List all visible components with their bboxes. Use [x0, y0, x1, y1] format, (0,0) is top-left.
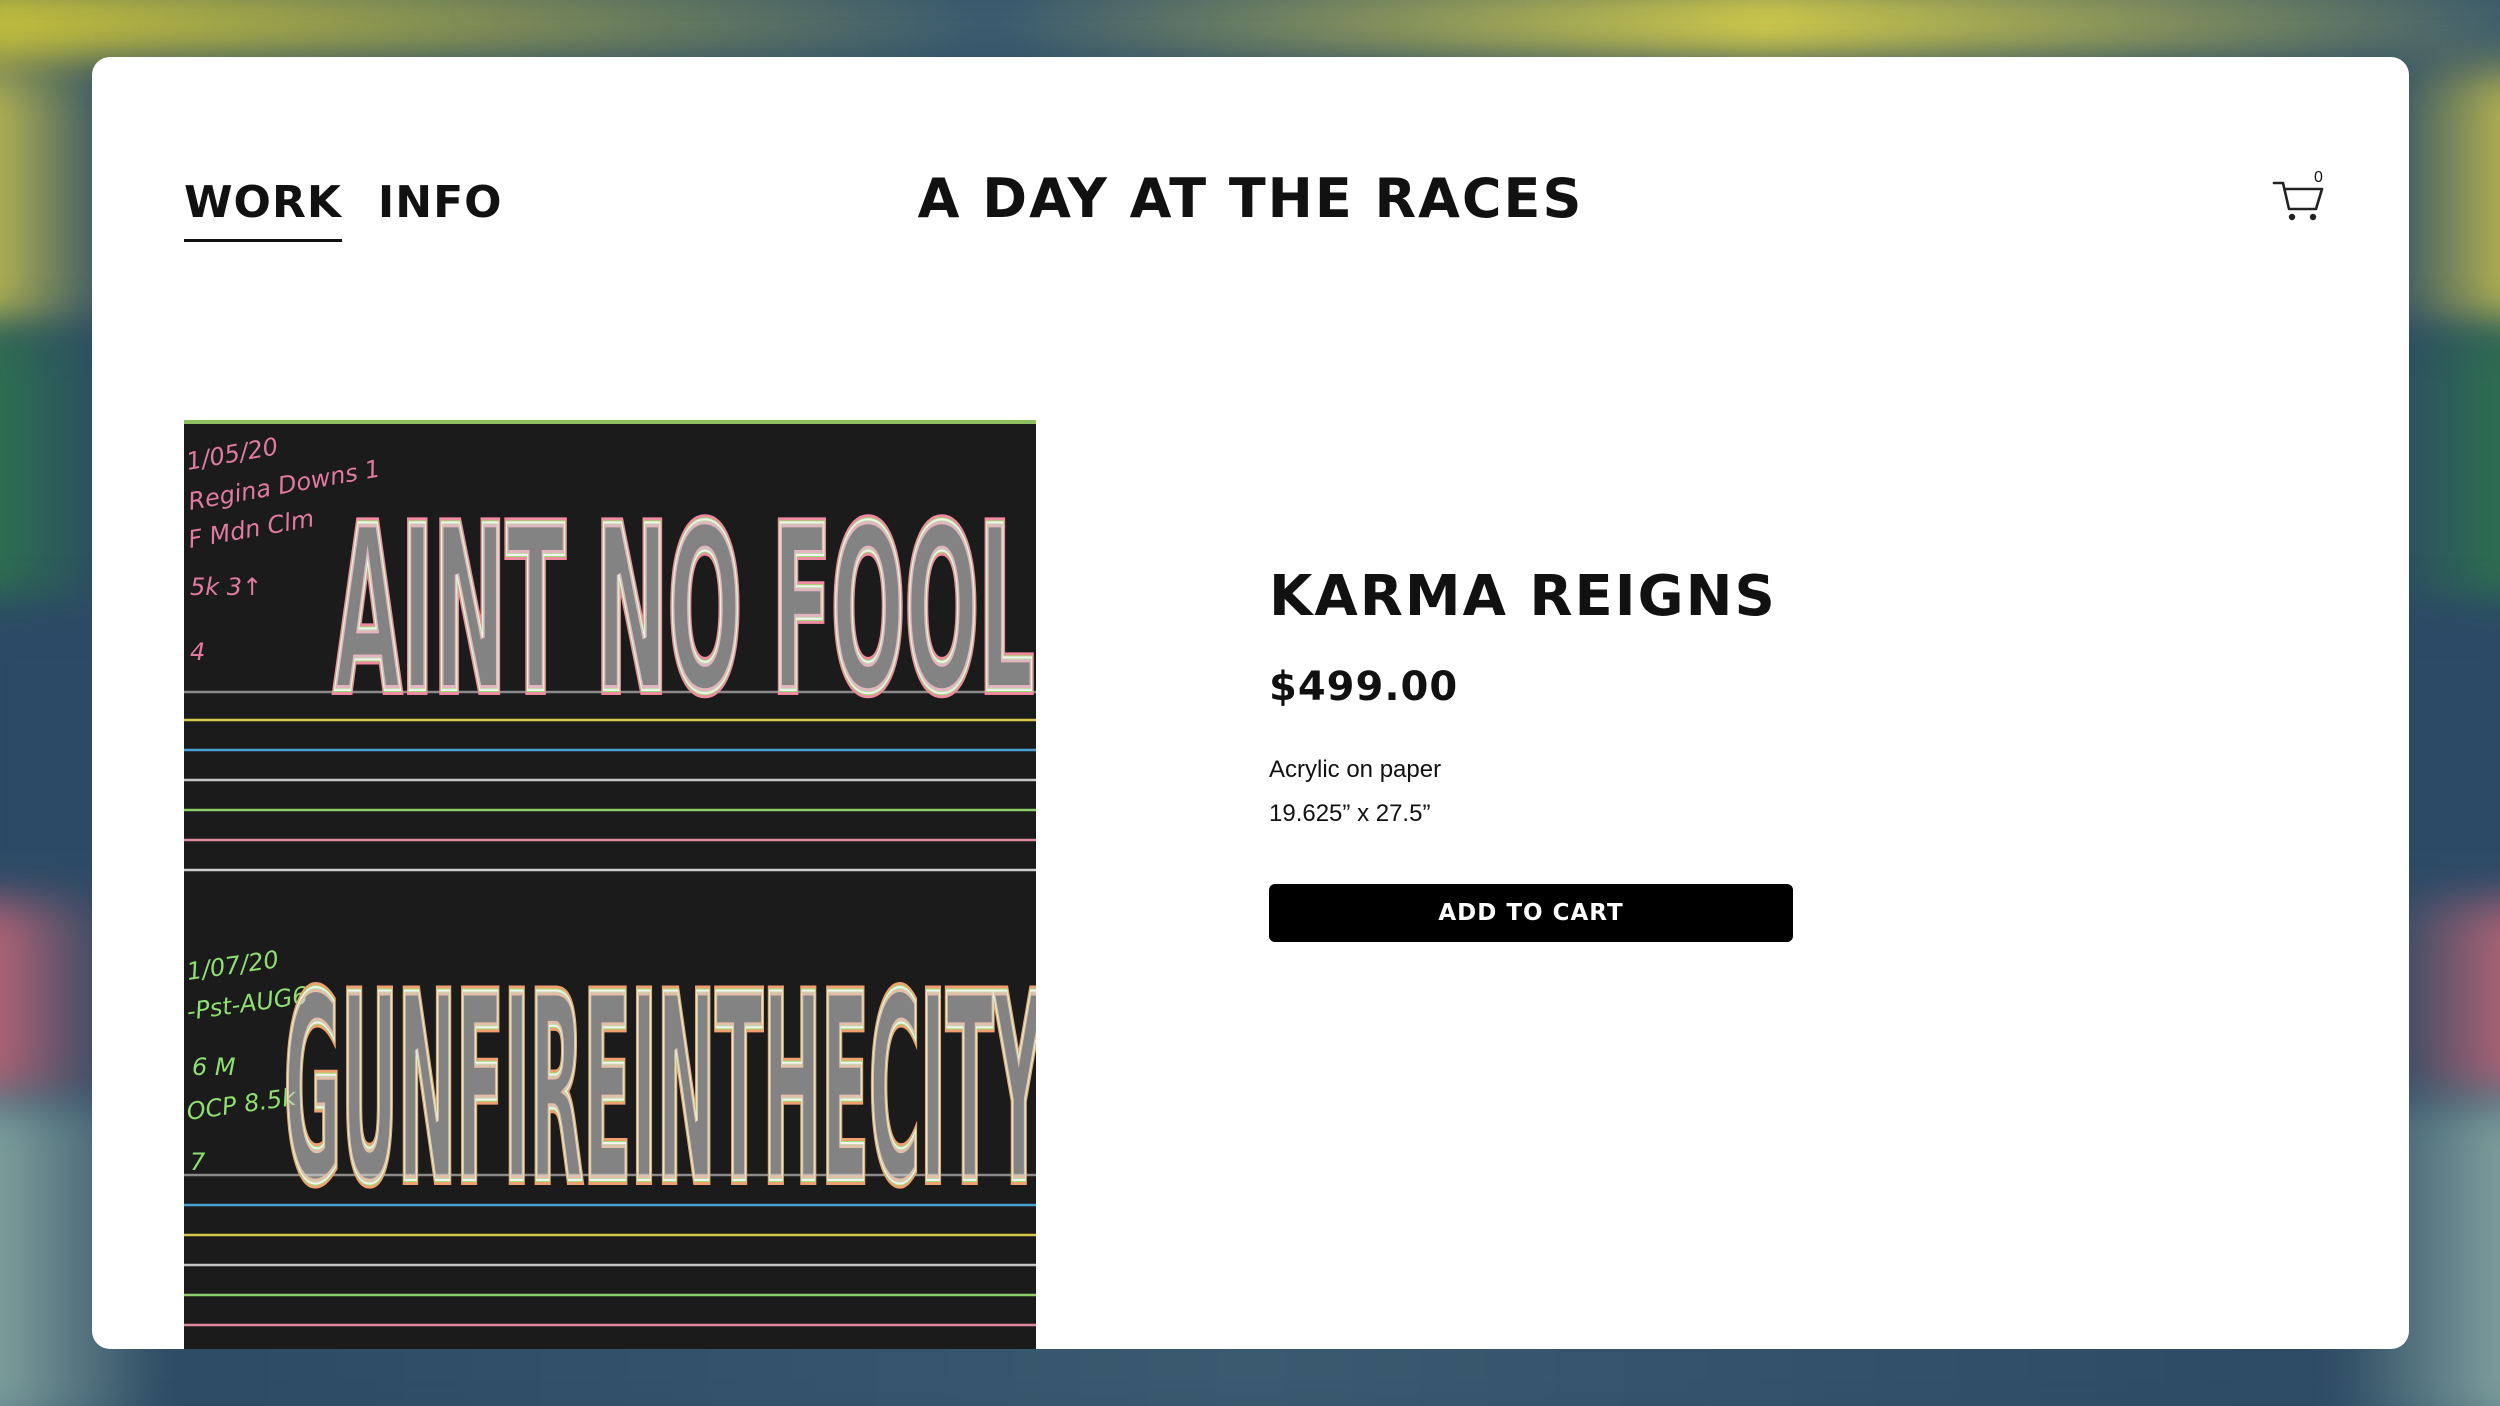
- svg-text:6 M: 6 M: [192, 1053, 236, 1081]
- svg-text:4: 4: [190, 638, 205, 666]
- product-description: Acrylic on paper 19.625” x 27.5”: [1269, 748, 1969, 836]
- svg-text:7: 7: [190, 1148, 206, 1176]
- product-details: KARMA REIGNS $499.00 Acrylic on paper 19…: [1269, 562, 1969, 942]
- product-medium: Acrylic on paper: [1269, 756, 1442, 783]
- product-title: KARMA REIGNS: [1269, 564, 1777, 629]
- product-price: $499.00: [1269, 664, 1459, 710]
- cart-count-badge: 0: [2314, 169, 2323, 186]
- artwork-image[interactable]: 1/05/20 Regina Downs 1 F Mdn Clm 5k 3↑ 4…: [184, 420, 1036, 1349]
- artwork-top-text: AINT NO FOOL: [334, 478, 1034, 745]
- artwork-bottom-text: GUNFIREINTHECITY: [284, 940, 1036, 1242]
- product-card: WORK INFO A DAY AT THE RACES 0 1/05/20 R…: [92, 57, 2409, 1349]
- artwork-graphic: 1/05/20 Regina Downs 1 F Mdn Clm 5k 3↑ 4…: [184, 420, 1036, 1349]
- svg-text:5k 3↑: 5k 3↑: [190, 573, 262, 601]
- site-title[interactable]: A DAY AT THE RACES: [92, 167, 2409, 230]
- product-dimensions: 19.625” x 27.5”: [1269, 800, 1431, 827]
- add-to-cart-button[interactable]: ADD TO CART: [1269, 884, 1793, 942]
